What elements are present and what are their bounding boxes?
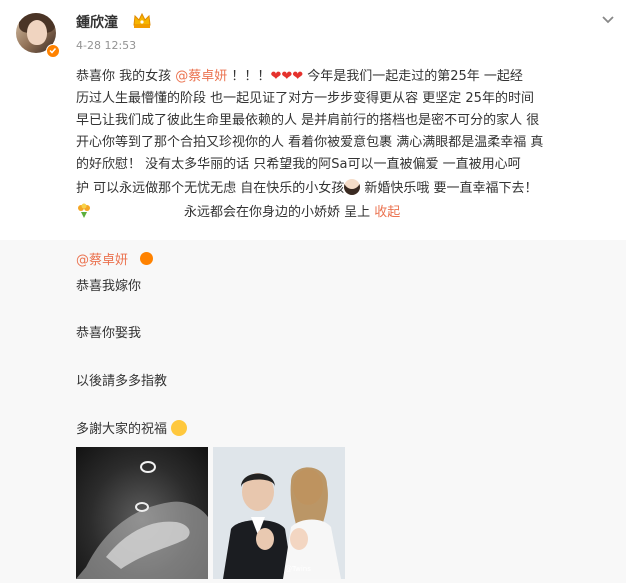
weibo-post-card: 鍾欣潼 4-28 12:53 恭喜你 我的女孩 @蔡卓妍 ！！！❤❤❤ 今年是我…	[0, 0, 626, 583]
post-timestamp[interactable]: 4-28 12:53	[76, 39, 136, 52]
repost-line-3: 以後請多多指教	[76, 374, 168, 389]
verified-badge-icon	[140, 252, 153, 265]
repost-line-4: 多謝大家的祝福	[76, 417, 188, 437]
post-line-4: 开心你等到了那个合拍又珍视你的人 看着你被爱意包裹 满心满眼都是温柔幸福 真	[76, 135, 544, 150]
post-header: 鍾欣潼 4-28 12:53	[0, 0, 626, 62]
post-text-segment: 护 可以永远做那个无忧无虑 自在快乐的小女孩	[76, 181, 345, 196]
photo-watermark: @Twins	[285, 565, 311, 573]
crown-badge-icon	[132, 11, 152, 29]
hearts-emoji: ❤❤❤	[270, 69, 304, 84]
bouquet-emoji-icon	[76, 203, 92, 219]
verified-badge-icon	[46, 44, 60, 58]
smiling-hearts-emoji-icon	[171, 420, 188, 436]
post-line-2: 历过人生最懵懂的阶段 也一起见证了对方一步步变得更从容 更坚定 25年的时间	[76, 91, 534, 106]
post-text-segment: 新婚快乐哦 要一直幸福下去！	[360, 181, 538, 196]
repost-author-mention[interactable]: @蔡卓妍	[76, 249, 128, 268]
post-line-6: 护 可以永远做那个无忧无虑 自在快乐的小女孩 新婚快乐哦 要一直幸福下去！	[76, 176, 616, 200]
post-line-5: 的好欣慰！ 没有太多华丽的话 只希望我的阿Sa可以一直被偏爱 一直被用心呵	[76, 157, 521, 172]
repost-text-segment: 多謝大家的祝福	[76, 422, 168, 437]
post-body: 恭喜你 我的女孩 @蔡卓妍 ！！！❤❤❤ 今年是我们一起走过的第25年 一起经 …	[76, 66, 616, 224]
post-text-segment: 今年是我们一起走过的第25年 一起经	[303, 69, 523, 84]
post-line-1: 恭喜你 我的女孩 @蔡卓妍 ！！！❤❤❤ 今年是我们一起走过的第25年 一起经	[76, 66, 616, 88]
photo-couple-wedding[interactable]: @Twins	[213, 447, 345, 579]
post-text-segment: 永远都会在你身边的小娇娇 呈上	[184, 205, 371, 220]
avatar-face	[27, 20, 47, 45]
post-text-segment: 恭喜你 我的女孩	[76, 69, 172, 84]
author-name[interactable]: 鍾欣潼	[76, 12, 118, 32]
collapse-link[interactable]: 收起	[374, 205, 400, 220]
mention-link[interactable]: @蔡卓妍	[175, 69, 227, 84]
post-line-7: 永远都会在你身边的小娇娇 呈上 收起	[76, 200, 616, 224]
repost-line-1: 恭喜我嫁你	[76, 279, 142, 294]
post-line-3: 早已让我们成了彼此生命里最依赖的人 是并肩前行的搭档也是密不可分的家人 很	[76, 113, 540, 128]
reposted-content[interactable]: @蔡卓妍 恭喜我嫁你 恭喜你娶我 以後請多多指教 多謝大家的祝福 @Twins	[0, 240, 626, 583]
post-text-segment: ！！！	[227, 69, 271, 84]
chevron-down-icon[interactable]	[600, 11, 616, 24]
repost-line-2: 恭喜你娶我	[76, 326, 142, 341]
photo-rings-hands[interactable]	[76, 447, 208, 579]
girl-emoji-icon	[344, 179, 361, 195]
